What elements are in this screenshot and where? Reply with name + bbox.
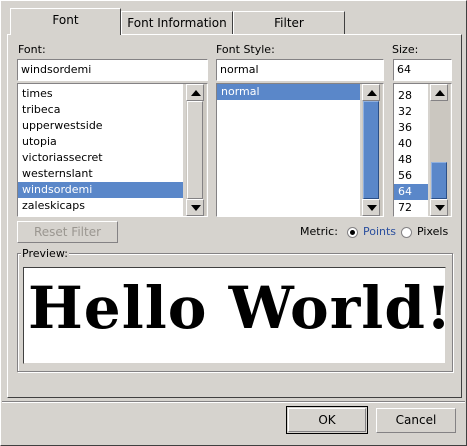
scroll-down-button[interactable] <box>186 199 204 216</box>
list-item-selected[interactable]: 64 <box>394 184 428 200</box>
arrow-down-icon <box>191 205 201 211</box>
list-item[interactable]: 28 <box>394 88 428 104</box>
size-label: Size: <box>392 43 419 56</box>
points-radio[interactable] <box>347 227 358 238</box>
points-radio-label[interactable]: Points <box>363 225 396 238</box>
size-input[interactable]: 64 <box>393 59 452 81</box>
list-item-selected[interactable]: normal <box>217 84 360 100</box>
font-list-scrollbar[interactable] <box>186 84 206 216</box>
ok-button[interactable]: OK <box>288 408 366 432</box>
list-item[interactable]: upperwestside <box>18 118 183 134</box>
cancel-button[interactable]: Cancel <box>376 408 456 433</box>
list-item[interactable]: 40 <box>394 136 428 152</box>
scroll-thumb[interactable] <box>363 101 379 199</box>
metric-label: Metric: <box>300 225 338 238</box>
tab-font-label: Font <box>52 13 79 27</box>
tab-filter-label: Filter <box>274 16 304 30</box>
separator <box>2 401 465 403</box>
arrow-down-icon <box>367 205 377 211</box>
tab-filter[interactable]: Filter <box>233 11 345 35</box>
list-item[interactable]: victoriassecret <box>18 150 183 166</box>
reset-filter-button[interactable]: Reset Filter <box>17 221 118 243</box>
font-label: Font: <box>18 43 46 56</box>
scroll-up-button[interactable] <box>362 84 380 101</box>
list-item[interactable]: tribeca <box>18 102 183 118</box>
style-list[interactable]: normal <box>217 84 360 216</box>
pixels-radio-label[interactable]: Pixels <box>417 225 448 238</box>
style-list-scrollbar[interactable] <box>362 84 382 216</box>
font-list-frame: times tribeca upperwestside utopia victo… <box>17 83 208 217</box>
font-style-input[interactable]: normal <box>216 59 384 81</box>
list-item[interactable]: utopia <box>18 134 183 150</box>
tab-font-information-label: Font Information <box>127 16 227 30</box>
tab-font[interactable]: Font <box>10 8 121 35</box>
scroll-down-button[interactable] <box>362 199 380 216</box>
list-item[interactable]: westernslant <box>18 166 183 182</box>
ok-button-focus-frame: OK <box>286 406 368 434</box>
style-list-frame: normal <box>216 83 384 217</box>
arrow-up-icon <box>191 90 201 96</box>
arrow-up-icon <box>435 90 445 96</box>
size-list[interactable]: 28 32 36 40 48 56 64 72 <box>394 84 428 216</box>
preview-text: Hello World! <box>28 274 446 342</box>
scroll-thumb[interactable] <box>187 101 203 199</box>
list-item[interactable]: 48 <box>394 152 428 168</box>
list-item-selected[interactable]: windsordemi <box>18 182 183 198</box>
list-item[interactable]: times <box>18 86 183 102</box>
scroll-up-button[interactable] <box>430 84 448 101</box>
list-item[interactable]: 32 <box>394 104 428 120</box>
list-item[interactable]: 56 <box>394 168 428 184</box>
font-name-input[interactable]: windsordemi <box>17 59 208 81</box>
scroll-up-button[interactable] <box>186 84 204 101</box>
scroll-down-button[interactable] <box>430 199 448 216</box>
preview-label: Preview: <box>21 247 69 260</box>
list-item[interactable]: zaleskicaps <box>18 198 183 214</box>
pixels-radio[interactable] <box>401 227 412 238</box>
arrow-up-icon <box>367 90 377 96</box>
tab-font-information[interactable]: Font Information <box>121 11 233 35</box>
font-dialog: Font Font Information Filter Font: Font … <box>0 0 467 446</box>
size-list-frame: 28 32 36 40 48 56 64 72 <box>393 83 452 217</box>
arrow-down-icon <box>435 205 445 211</box>
list-item[interactable]: 36 <box>394 120 428 136</box>
preview-area: Hello World! <box>23 267 446 364</box>
font-list[interactable]: times tribeca upperwestside utopia victo… <box>18 84 183 216</box>
size-list-scrollbar[interactable] <box>430 84 450 216</box>
font-style-label: Font Style: <box>216 43 275 56</box>
scroll-thumb[interactable] <box>431 162 447 199</box>
list-item[interactable]: 72 <box>394 200 428 216</box>
